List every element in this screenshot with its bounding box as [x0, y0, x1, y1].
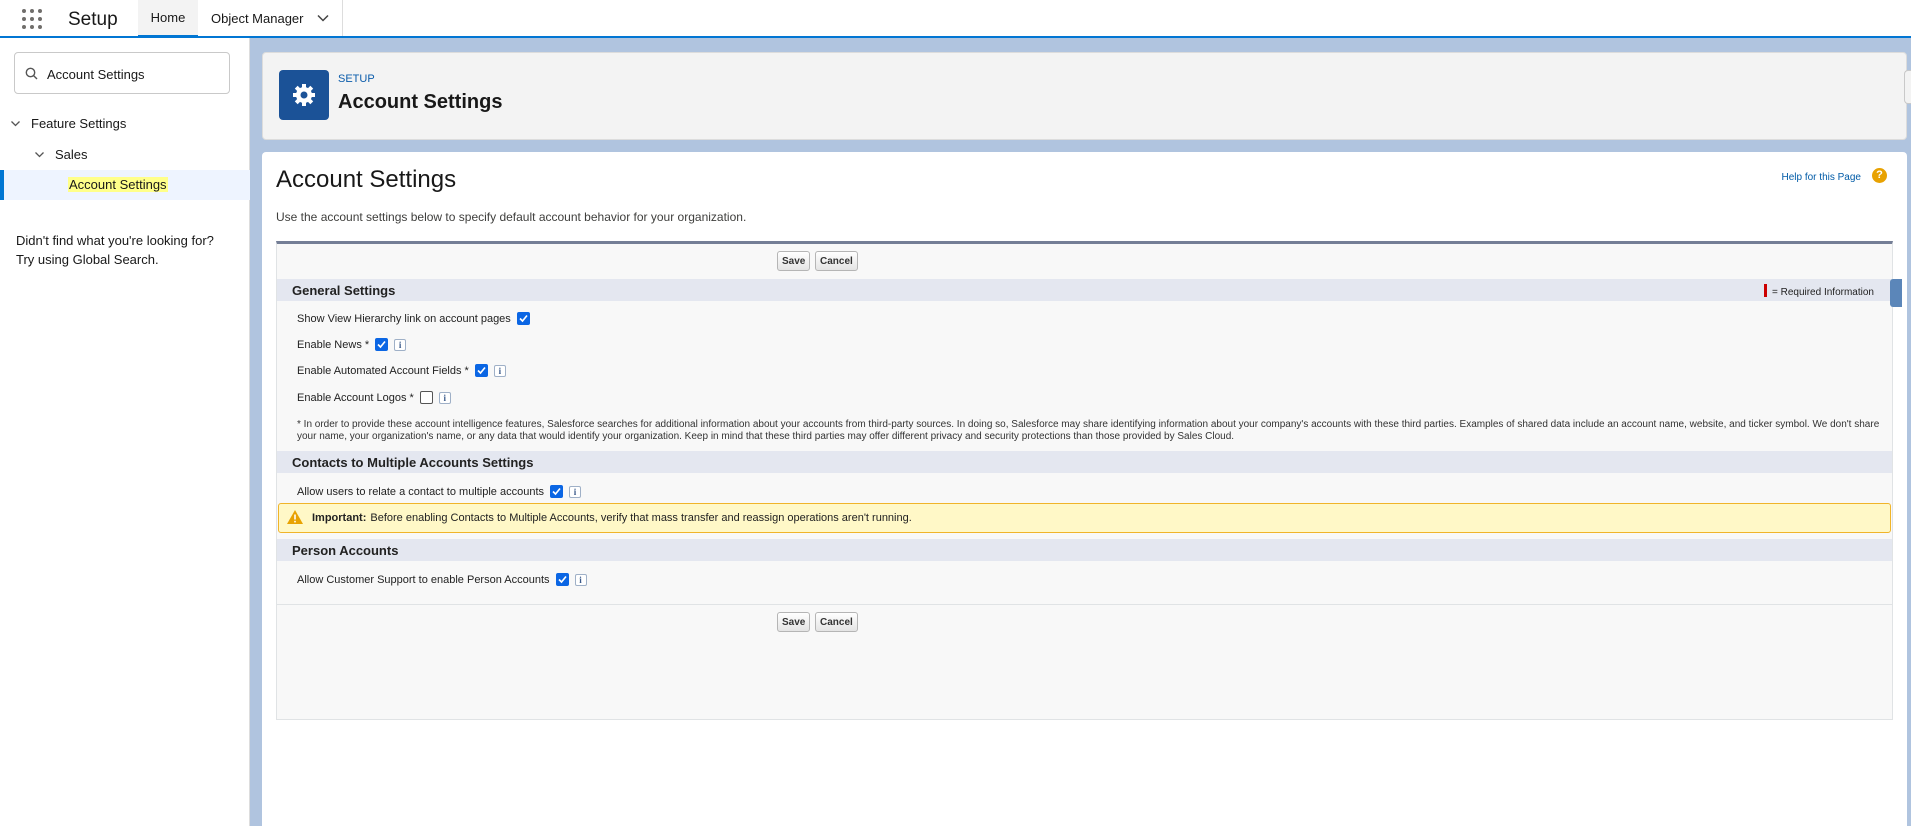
- setting-row: Allow Customer Support to enable Person …: [297, 573, 587, 586]
- help-icon[interactable]: ?: [1872, 168, 1887, 183]
- setting-row: Allow users to relate a contact to multi…: [297, 485, 582, 498]
- info-icon[interactable]: i: [394, 338, 407, 351]
- side-panel-toggle[interactable]: [1890, 279, 1902, 307]
- tree-item-account-settings[interactable]: Account Settings: [0, 170, 250, 200]
- tab-home-label: Home: [150, 10, 186, 25]
- required-legend: = Required Information: [1763, 284, 1874, 298]
- app-launcher-icon[interactable]: [22, 9, 46, 29]
- tree-item-label[interactable]: Account Settings: [68, 177, 168, 192]
- setting-row: Enable News * i: [297, 338, 407, 351]
- bottom-button-row: Save Cancel: [277, 604, 1892, 639]
- warning-icon: [287, 510, 303, 524]
- setting-label: Enable News *: [297, 338, 370, 351]
- content-card: Account Settings Help for this Page ? Us…: [262, 152, 1907, 826]
- setting-row: Enable Account Logos * i: [297, 391, 451, 404]
- page-description: Use the account settings below to specif…: [276, 210, 747, 224]
- checkbox-checked[interactable]: [516, 312, 530, 325]
- tree-item-sales[interactable]: Sales: [34, 147, 88, 162]
- breadcrumb[interactable]: SETUP: [338, 73, 375, 85]
- setting-row: Enable Automated Account Fields * i: [297, 364, 506, 377]
- tab-home[interactable]: Home: [138, 0, 198, 38]
- chevron-down-icon[interactable]: [34, 149, 45, 160]
- not-found-line: Didn't find what you're looking for?: [16, 233, 214, 248]
- warning-banner: Important: Before enabling Contacts to Mu…: [278, 503, 1891, 533]
- checkbox-checked[interactable]: [375, 338, 389, 351]
- section-title: General Settings: [292, 283, 396, 298]
- checkbox-checked[interactable]: [555, 573, 569, 586]
- setting-label: Allow users to relate a contact to multi…: [297, 485, 545, 498]
- save-button[interactable]: Save: [777, 251, 811, 271]
- top-button-row: Save Cancel: [277, 244, 1892, 278]
- setting-label: Enable Account Logos *: [297, 391, 414, 404]
- tab-object-manager[interactable]: Object Manager: [199, 0, 343, 36]
- gear-icon: [279, 70, 329, 120]
- checkbox-checked[interactable]: [550, 485, 564, 498]
- help-link[interactable]: Help for this Page: [1782, 172, 1862, 183]
- top-navigation-bar: Setup Home Object Manager: [0, 0, 1911, 38]
- setting-label: Allow Customer Support to enable Person …: [297, 573, 550, 586]
- cancel-button[interactable]: Cancel: [815, 251, 858, 271]
- section-person-accounts: Person Accounts: [277, 539, 1892, 561]
- disclaimer-note: * In order to provide these account inte…: [297, 419, 1880, 442]
- global-search-hint: Try using Global Search.: [16, 252, 159, 267]
- quick-find-box: [14, 52, 230, 94]
- setup-sidebar: Feature Settings Sales Account Settings …: [0, 38, 250, 826]
- page-title: Account Settings: [276, 166, 457, 193]
- section-contacts-multiple-accounts: Contacts to Multiple Accounts Settings: [277, 451, 1892, 473]
- chevron-down-icon[interactable]: [316, 11, 330, 25]
- section-title: Person Accounts: [292, 543, 399, 558]
- page-header: SETUP Account Settings: [262, 52, 1907, 140]
- setting-label: Enable Automated Account Fields *: [297, 364, 469, 377]
- search-icon: [25, 67, 38, 80]
- setting-row: Show View Hierarchy link on account page…: [297, 312, 530, 325]
- save-button[interactable]: Save: [777, 612, 811, 632]
- app-name: Setup: [68, 9, 118, 30]
- checkbox-unchecked[interactable]: [419, 391, 433, 404]
- setting-label: Show View Hierarchy link on account page…: [297, 312, 511, 325]
- settings-form: Save Cancel General Settings = Required …: [276, 241, 1902, 720]
- required-marker: [1763, 284, 1767, 297]
- info-icon[interactable]: i: [574, 573, 587, 586]
- section-general-settings: General Settings = Required Information: [277, 279, 1902, 307]
- warning-message: Before enabling Contacts to Multiple Acc…: [370, 512, 912, 524]
- not-found-message: Didn't find what you're looking for? Try…: [16, 231, 214, 269]
- warning-text: Important: Before enabling Contacts to Mu…: [312, 512, 912, 524]
- tab-object-manager-label: Object Manager: [211, 10, 304, 26]
- cancel-button[interactable]: Cancel: [815, 612, 858, 632]
- info-icon[interactable]: i: [569, 485, 582, 498]
- tree-item-label: Sales: [55, 147, 88, 162]
- header-title: Account Settings: [338, 91, 503, 113]
- tree-item-label: Feature Settings: [31, 116, 127, 131]
- chevron-down-icon[interactable]: [10, 118, 21, 129]
- info-icon[interactable]: i: [438, 391, 451, 404]
- quick-find-input[interactable]: [45, 62, 224, 86]
- warning-emphasis: Important:: [312, 512, 367, 524]
- utility-tab-handle[interactable]: [1904, 70, 1911, 104]
- checkbox-checked[interactable]: [474, 364, 488, 377]
- required-label: = Required Information: [1771, 287, 1874, 298]
- info-icon[interactable]: i: [493, 364, 506, 377]
- section-title: Contacts to Multiple Accounts Settings: [292, 455, 534, 470]
- tree-item-feature-settings[interactable]: Feature Settings: [10, 116, 126, 131]
